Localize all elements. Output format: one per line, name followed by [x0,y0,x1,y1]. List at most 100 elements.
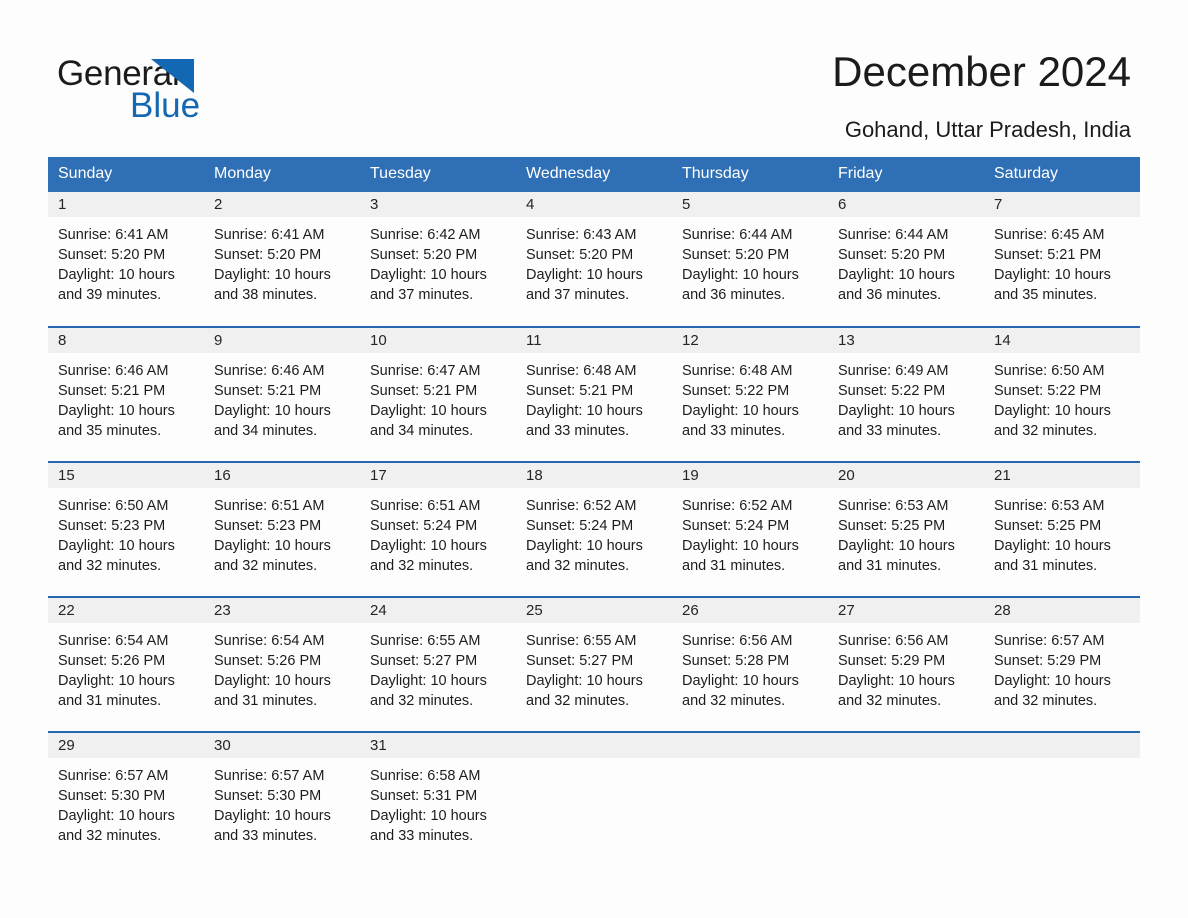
day-number: 12 [672,328,828,353]
calendar-day-cell[interactable]: 9 Sunrise: 6:46 AM Sunset: 5:21 PM Daylight… [204,326,360,462]
sunset-time: Sunset: 5:27 PM [370,653,478,669]
calendar-day-cell[interactable]: 15 Sunrise: 6:50 AM Sunset: 5:23 PM Dayligh… [48,461,204,597]
calendar-day-cell[interactable]: 1 Sunrise: 6:41 AM Sunset: 5:20 PM Daylight… [48,192,204,327]
day-number: 30 [204,733,360,758]
calendar-day-cell[interactable]: 11 Sunrise: 6:48 AM Sunset: 5:21 PM Dayligh… [516,326,672,462]
daylight-duration-line2: and 32 minutes. [526,693,630,709]
sunrise-time: Sunrise: 6:54 AM [58,633,169,649]
daylight-duration-line1: Daylight: 10 hours [58,267,175,283]
calendar-day-cell[interactable]: 13 Sunrise: 6:49 AM Sunset: 5:22 PM Dayligh… [828,326,984,462]
sunset-time: Sunset: 5:25 PM [838,518,946,534]
day-number: 4 [516,192,672,217]
calendar-week-row: 15 Sunrise: 6:50 AM Sunset: 5:23 PM Dayligh… [48,461,1140,597]
daylight-duration-line1: Daylight: 10 hours [682,673,799,689]
weekday-header-friday: Friday [828,157,984,192]
day-number: 6 [828,192,984,217]
calendar-day-cell[interactable]: 23 Sunrise: 6:54 AM Sunset: 5:26 PM Dayligh… [204,596,360,732]
sunset-time: Sunset: 5:26 PM [58,653,166,669]
sunset-time: Sunset: 5:20 PM [58,247,166,263]
calendar-day-cell[interactable]: 8 Sunrise: 6:46 AM Sunset: 5:21 PM Daylight… [48,326,204,462]
daylight-duration-line1: Daylight: 10 hours [994,267,1111,283]
day-details: Sunrise: 6:53 AM Sunset: 5:25 PM Daylight:… [828,488,984,576]
calendar-empty-cell [828,731,984,867]
page-header: General Blue December 2024 Gohand, Uttar… [0,0,1188,152]
calendar-day-cell[interactable]: 2 Sunrise: 6:41 AM Sunset: 5:20 PM Daylight… [204,192,360,327]
day-details: Sunrise: 6:42 AM Sunset: 5:20 PM Daylight:… [360,217,516,305]
day-details: Sunrise: 6:56 AM Sunset: 5:28 PM Daylight:… [672,623,828,711]
daylight-duration-line1: Daylight: 10 hours [838,267,955,283]
sunset-time: Sunset: 5:24 PM [526,518,634,534]
day-number: 11 [516,328,672,353]
daylight-duration-line2: and 32 minutes. [58,828,162,844]
sunrise-time: Sunrise: 6:53 AM [994,498,1105,514]
calendar-day-cell[interactable]: 17 Sunrise: 6:51 AM Sunset: 5:24 PM Dayligh… [360,461,516,597]
sunrise-time: Sunrise: 6:56 AM [682,633,793,649]
sunrise-time: Sunrise: 6:55 AM [526,633,637,649]
page-title: December 2024 [832,48,1131,95]
calendar-day-cell[interactable]: 18 Sunrise: 6:52 AM Sunset: 5:24 PM Dayligh… [516,461,672,597]
calendar-day-cell[interactable]: 24 Sunrise: 6:55 AM Sunset: 5:27 PM Dayligh… [360,596,516,732]
calendar-day-cell[interactable]: 27 Sunrise: 6:56 AM Sunset: 5:29 PM Dayligh… [828,596,984,732]
sunset-time: Sunset: 5:22 PM [838,383,946,399]
calendar-day-cell[interactable]: 10 Sunrise: 6:47 AM Sunset: 5:21 PM Dayligh… [360,326,516,462]
sunset-time: Sunset: 5:20 PM [682,247,790,263]
weekday-header-tuesday: Tuesday [360,157,516,192]
calendar-day-cell[interactable]: 31 Sunrise: 6:58 AM Sunset: 5:31 PM Dayligh… [360,731,516,867]
daylight-duration-line2: and 31 minutes. [58,693,162,709]
day-details: Sunrise: 6:57 AM Sunset: 5:30 PM Daylight:… [48,758,204,846]
sunrise-time: Sunrise: 6:43 AM [526,227,637,243]
calendar-day-cell[interactable]: 6 Sunrise: 6:44 AM Sunset: 5:20 PM Daylight… [828,192,984,327]
daylight-duration-line1: Daylight: 10 hours [526,538,643,554]
day-details: Sunrise: 6:56 AM Sunset: 5:29 PM Daylight:… [828,623,984,711]
calendar-day-cell[interactable]: 5 Sunrise: 6:44 AM Sunset: 5:20 PM Daylight… [672,192,828,327]
daylight-duration-line1: Daylight: 10 hours [58,808,175,824]
calendar-day-cell[interactable]: 25 Sunrise: 6:55 AM Sunset: 5:27 PM Dayligh… [516,596,672,732]
day-number [984,733,1140,758]
daylight-duration-line2: and 32 minutes. [682,693,786,709]
sunrise-time: Sunrise: 6:49 AM [838,363,949,379]
daylight-duration-line2: and 37 minutes. [526,287,630,303]
day-number: 7 [984,192,1140,217]
calendar-day-cell[interactable]: 29 Sunrise: 6:57 AM Sunset: 5:30 PM Dayligh… [48,731,204,867]
sunset-time: Sunset: 5:20 PM [526,247,634,263]
calendar-day-cell[interactable]: 19 Sunrise: 6:52 AM Sunset: 5:24 PM Dayligh… [672,461,828,597]
calendar-day-cell[interactable]: 4 Sunrise: 6:43 AM Sunset: 5:20 PM Daylight… [516,192,672,327]
calendar-day-cell[interactable]: 30 Sunrise: 6:57 AM Sunset: 5:30 PM Dayligh… [204,731,360,867]
sunset-time: Sunset: 5:23 PM [58,518,166,534]
calendar-day-cell[interactable]: 16 Sunrise: 6:51 AM Sunset: 5:23 PM Dayligh… [204,461,360,597]
day-number [516,733,672,758]
daylight-duration-line1: Daylight: 10 hours [838,538,955,554]
day-details: Sunrise: 6:43 AM Sunset: 5:20 PM Daylight:… [516,217,672,305]
calendar-day-cell[interactable]: 7 Sunrise: 6:45 AM Sunset: 5:21 PM Daylight… [984,192,1140,327]
general-blue-logo[interactable]: General Blue [57,52,317,125]
daylight-duration-line2: and 32 minutes. [838,693,942,709]
sunset-time: Sunset: 5:20 PM [214,247,322,263]
calendar-day-cell[interactable]: 12 Sunrise: 6:48 AM Sunset: 5:22 PM Dayligh… [672,326,828,462]
calendar-day-cell[interactable]: 3 Sunrise: 6:42 AM Sunset: 5:20 PM Daylight… [360,192,516,327]
day-details: Sunrise: 6:44 AM Sunset: 5:20 PM Daylight:… [828,217,984,305]
sunrise-time: Sunrise: 6:58 AM [370,768,481,784]
day-number: 13 [828,328,984,353]
sunrise-sunset-calendar-table: Sunday Monday Tuesday Wednesday Thursday… [48,157,1140,867]
sunrise-time: Sunrise: 6:56 AM [838,633,949,649]
daylight-duration-line2: and 32 minutes. [214,558,318,574]
day-details: Sunrise: 6:57 AM Sunset: 5:30 PM Daylight:… [204,758,360,846]
sunrise-time: Sunrise: 6:55 AM [370,633,481,649]
day-details: Sunrise: 6:51 AM Sunset: 5:23 PM Daylight:… [204,488,360,576]
day-details: Sunrise: 6:48 AM Sunset: 5:21 PM Daylight:… [516,353,672,441]
calendar-day-cell[interactable]: 14 Sunrise: 6:50 AM Sunset: 5:22 PM Dayligh… [984,326,1140,462]
page-subtitle-location: Gohand, Uttar Pradesh, India [844,117,1131,142]
sunset-time: Sunset: 5:22 PM [682,383,790,399]
day-details: Sunrise: 6:49 AM Sunset: 5:22 PM Daylight:… [828,353,984,441]
day-details: Sunrise: 6:54 AM Sunset: 5:26 PM Daylight:… [204,623,360,711]
calendar-day-cell[interactable]: 28 Sunrise: 6:57 AM Sunset: 5:29 PM Dayligh… [984,596,1140,732]
calendar-day-cell[interactable]: 22 Sunrise: 6:54 AM Sunset: 5:26 PM Dayligh… [48,596,204,732]
calendar-day-cell[interactable]: 20 Sunrise: 6:53 AM Sunset: 5:25 PM Dayligh… [828,461,984,597]
day-number: 17 [360,463,516,488]
sunrise-time: Sunrise: 6:45 AM [994,227,1105,243]
daylight-duration-line2: and 31 minutes. [994,558,1098,574]
day-details: Sunrise: 6:52 AM Sunset: 5:24 PM Daylight:… [516,488,672,576]
calendar-day-cell[interactable]: 21 Sunrise: 6:53 AM Sunset: 5:25 PM Dayligh… [984,461,1140,597]
calendar-day-cell[interactable]: 26 Sunrise: 6:56 AM Sunset: 5:28 PM Dayligh… [672,596,828,732]
daylight-duration-line1: Daylight: 10 hours [370,403,487,419]
